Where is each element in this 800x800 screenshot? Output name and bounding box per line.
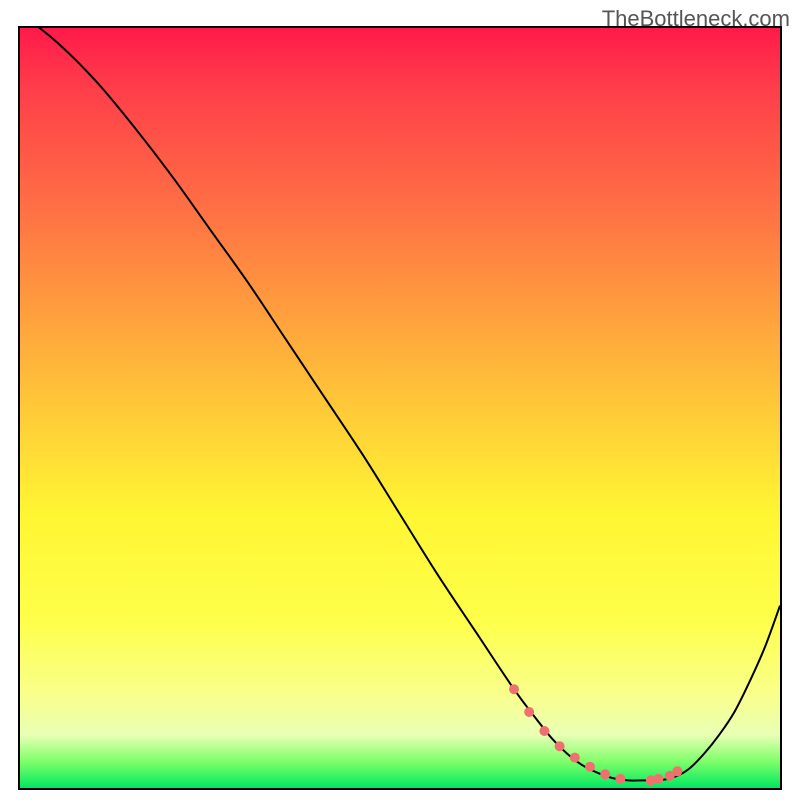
marker-point <box>653 774 663 784</box>
watermark-text: TheBottleneck.com <box>602 6 790 32</box>
chart-container: TheBottleneck.com <box>0 0 800 800</box>
marker-point <box>672 766 682 776</box>
marker-point <box>539 726 549 736</box>
marker-point <box>615 774 625 784</box>
plot-frame <box>18 26 782 790</box>
marker-point <box>524 707 534 717</box>
marker-point <box>600 769 610 779</box>
curve-svg <box>20 28 780 788</box>
marker-point <box>585 762 595 772</box>
marker-point <box>555 741 565 751</box>
curve-markers <box>509 684 682 785</box>
bottleneck-curve <box>20 28 780 781</box>
marker-point <box>509 684 519 694</box>
marker-point <box>570 753 580 763</box>
